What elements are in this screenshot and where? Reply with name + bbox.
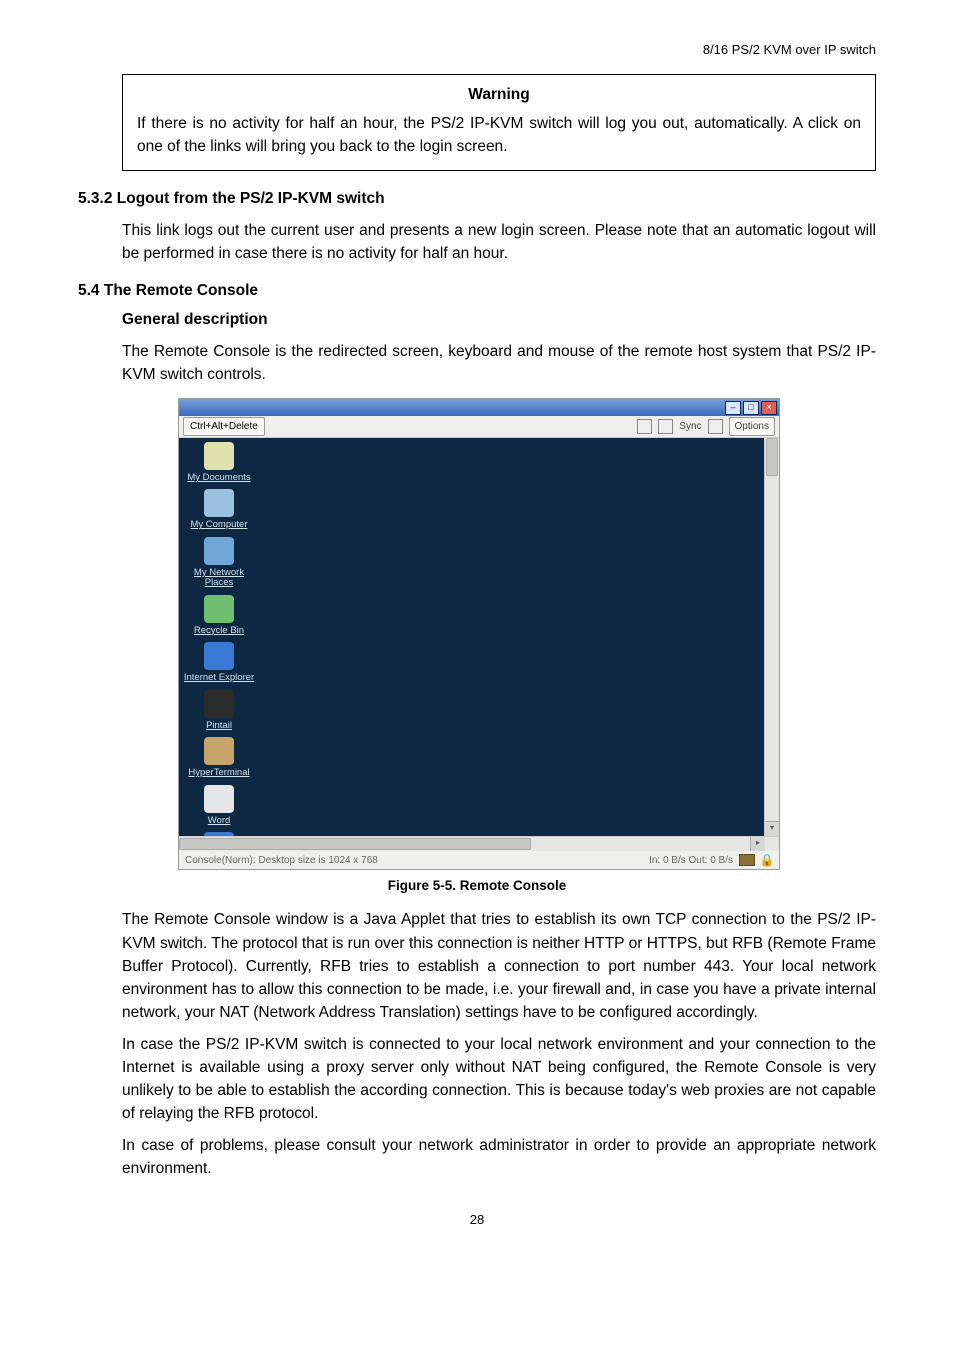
remote-desktop-area[interactable]: My Documents My Computer My Network Places… — [179, 438, 764, 836]
toolbar-right-group: Sync Options — [637, 417, 775, 436]
window-titlebar: – □ × — [179, 399, 779, 416]
desktop-icon-label: Internet Explorer — [183, 673, 255, 683]
maximize-button[interactable]: □ — [743, 401, 759, 415]
horizontal-scroll-thumb[interactable] — [179, 838, 531, 850]
sync-label: Sync — [679, 419, 701, 434]
status-right-text: In: 0 B/s Out: 0 B/s — [649, 853, 733, 868]
zoom-icon[interactable] — [637, 419, 652, 434]
desktop-icon-image — [204, 832, 234, 836]
desktop-icon[interactable]: Recycle Bin — [183, 595, 255, 636]
close-button[interactable]: × — [761, 401, 777, 415]
horizontal-scrollbar[interactable] — [179, 837, 750, 851]
desktop-icon[interactable] — [183, 832, 255, 836]
status-left-text: Console(Norm): Desktop size is 1024 x 76… — [185, 853, 378, 868]
warning-title: Warning — [137, 83, 861, 106]
desktop-icon-image — [204, 690, 234, 718]
desktop-icon[interactable]: My Documents — [183, 442, 255, 483]
desktop-icon-image — [204, 785, 234, 813]
desktop-icon-label: My Documents — [183, 473, 255, 483]
desktop-icon-image — [204, 442, 234, 470]
desktop-icon-image — [204, 537, 234, 565]
scroll-right-button[interactable]: ▸ — [750, 837, 765, 851]
para-body-1: The Remote Console window is a Java Appl… — [122, 908, 876, 1024]
scroll-corner — [765, 837, 779, 851]
remote-console-toolbar: Ctrl+Alt+Delete Sync Options — [179, 416, 779, 438]
ctrl-alt-delete-button[interactable]: Ctrl+Alt+Delete — [183, 417, 265, 436]
remote-console-window: – □ × Ctrl+Alt+Delete Sync Options My Do… — [178, 398, 780, 870]
desktop-icon[interactable]: HyperTerminal — [183, 737, 255, 778]
desktop-icon-label: My Network Places — [183, 568, 255, 589]
heading-5-3-2: 5.3.2 Logout from the PS/2 IP-KVM switch — [78, 187, 876, 210]
page-number: 28 — [78, 1210, 876, 1230]
sync-icon[interactable] — [708, 419, 723, 434]
desktop-icon-label: HyperTerminal — [183, 768, 255, 778]
desktop-icon-label: Word — [183, 816, 255, 826]
desktop-icon-label: My Computer — [183, 520, 255, 530]
keyboard-icon — [739, 854, 755, 866]
subheading-general-description: General description — [122, 308, 876, 331]
vertical-scrollbar[interactable]: ▾ — [764, 438, 779, 836]
warning-body: If there is no activity for half an hour… — [137, 112, 861, 159]
cursor-icon[interactable] — [658, 419, 673, 434]
desktop-icon[interactable]: Pintail — [183, 690, 255, 731]
desktop-icon-image — [204, 737, 234, 765]
desktop-icon[interactable]: My Network Places — [183, 537, 255, 589]
para-5-3-2: This link logs out the current user and … — [122, 219, 876, 266]
vertical-scroll-thumb[interactable] — [766, 438, 778, 476]
desktop-icon-image — [204, 642, 234, 670]
desktop-icon[interactable]: My Computer — [183, 489, 255, 530]
header-product: 8/16 PS/2 KVM over IP switch — [78, 40, 876, 60]
para-5-4-intro: The Remote Console is the redirected scr… — [122, 340, 876, 387]
desktop-icon-label: Recycle Bin — [183, 626, 255, 636]
desktop-icon-image — [204, 595, 234, 623]
heading-5-4: 5.4 The Remote Console — [78, 279, 876, 302]
figure-caption: Figure 5-5. Remote Console — [78, 876, 876, 896]
para-body-2: In case the PS/2 IP-KVM switch is connec… — [122, 1033, 876, 1126]
desktop-icon[interactable]: Internet Explorer — [183, 642, 255, 683]
desktop-icon[interactable]: Word — [183, 785, 255, 826]
minimize-button[interactable]: – — [725, 401, 741, 415]
lock-icon: 🔒 — [761, 854, 773, 866]
para-body-3: In case of problems, please consult your… — [122, 1134, 876, 1181]
warning-box: Warning If there is no activity for half… — [122, 74, 876, 172]
desktop-icon-image — [204, 489, 234, 517]
remote-console-statusbar: Console(Norm): Desktop size is 1024 x 76… — [179, 851, 779, 869]
options-button[interactable]: Options — [729, 417, 775, 436]
scroll-down-button[interactable]: ▾ — [765, 821, 779, 836]
desktop-icon-label: Pintail — [183, 721, 255, 731]
